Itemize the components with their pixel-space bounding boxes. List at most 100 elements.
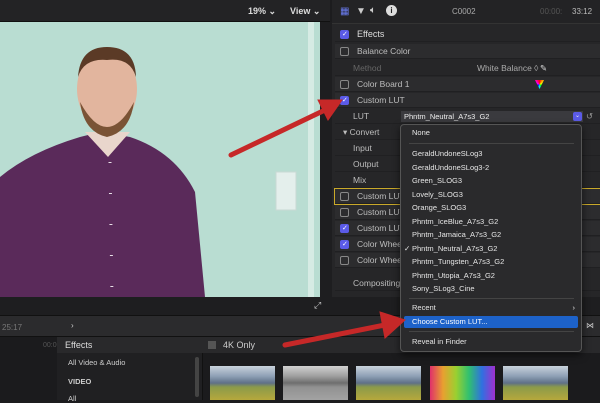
- row-label: Custom LUT: [357, 191, 405, 201]
- timeline-timecode: 25:17: [2, 323, 23, 332]
- menu-item-lut[interactable]: Orange_SLOG3: [401, 202, 581, 214]
- clip-name: C0002: [452, 7, 476, 16]
- lut-dropdown[interactable]: Phntm_Neutral_A7s3_G2 ⌄: [401, 111, 583, 122]
- audio-inspector-icon[interactable]: 🔈︎: [370, 5, 376, 16]
- checkbox[interactable]: [340, 208, 349, 217]
- chevron-right-icon: ›: [572, 303, 576, 312]
- video-inspector-icon[interactable]: ▦: [340, 6, 349, 17]
- menu-item-lut[interactable]: Sony_SLog3_Cine: [401, 283, 581, 295]
- effect-balance-color[interactable]: Balance Color: [335, 44, 600, 59]
- inspector-header: ▦ ▼ 🔈︎ i C0002 00:00: 33:12: [332, 0, 600, 24]
- menu-item-reveal-in-finder[interactable]: Reveal in Finder: [401, 336, 581, 348]
- 4k-only-checkbox[interactable]: [208, 341, 216, 349]
- row-label: LUT: [353, 111, 370, 121]
- lut-value: Phntm_Neutral_A7s3_G2: [404, 112, 490, 121]
- menu-item-lut[interactable]: Phntm_Utopia_A7s3_G2: [401, 270, 581, 282]
- clip-appearance-icon[interactable]: ⋈: [586, 321, 594, 330]
- lut-dropdown-menu: None GeraldUndoneSLog3 GeraldUndoneSLog3-…: [400, 124, 582, 352]
- menu-item-label: Phntm_Tungsten_A7s3_G2: [412, 257, 505, 266]
- effects-checkbox[interactable]: [340, 27, 349, 42]
- menu-item-label: GeraldUndoneSLog3-2: [412, 162, 490, 172]
- scrollbar[interactable]: [195, 357, 199, 397]
- timecode-prefix: 00:00:: [540, 7, 563, 16]
- color-inspector-icon[interactable]: ▼: [356, 6, 366, 17]
- menu-item-label: Phntm_Jamaica_A7s3_G2: [412, 230, 502, 239]
- row-label: Method: [353, 63, 382, 73]
- view-label: View: [290, 6, 311, 16]
- menu-item-lut[interactable]: Phntm_Tungsten_A7s3_G2: [401, 256, 581, 268]
- row-label: Input: [353, 143, 372, 153]
- menu-item-lut[interactable]: GeraldUndoneSLog3-2: [401, 162, 581, 174]
- category-all-video-audio[interactable]: All Video & Audio: [68, 358, 125, 367]
- checkbox[interactable]: [340, 192, 349, 201]
- effect-thumbnail[interactable]: [283, 366, 348, 400]
- category-all[interactable]: All: [68, 394, 76, 403]
- menu-item-none[interactable]: None: [401, 127, 581, 139]
- menu-separator: [409, 298, 574, 299]
- row-label: Output: [353, 159, 379, 169]
- zoom-dropdown[interactable]: 19% ⌄: [248, 6, 276, 17]
- lut-row: LUT Phntm_Neutral_A7s3_G2 ⌄ ↺: [335, 109, 600, 124]
- checkbox[interactable]: [340, 93, 349, 108]
- menu-item-label: Sony_SLog3_Cine: [412, 284, 475, 293]
- view-dropdown[interactable]: View ⌄: [290, 6, 320, 17]
- menu-item-label: Phntm_IceBlue_A7s3_G2: [412, 216, 499, 226]
- row-label: Custom LUT: [357, 223, 405, 233]
- chevron-right-icon[interactable]: ›: [71, 321, 74, 330]
- menu-separator: [409, 143, 574, 144]
- row-label: Color Board 1: [357, 79, 410, 89]
- timecode: 33:12: [572, 7, 593, 16]
- menu-item-lut[interactable]: Phntm_Jamaica_A7s3_G2: [401, 229, 581, 241]
- menu-item-lut[interactable]: ✓ Phntm_Neutral_A7s3_G2: [401, 243, 581, 255]
- checkbox[interactable]: [340, 47, 349, 56]
- checkbox[interactable]: [340, 80, 349, 89]
- menu-item-lut[interactable]: Phntm_IceBlue_A7s3_G2: [401, 216, 581, 228]
- reset-icon[interactable]: ↺: [586, 109, 593, 124]
- menu-item-label: Lovely_SLOG3: [412, 189, 463, 199]
- menu-item-label: GeraldUndoneSLog3: [412, 149, 483, 158]
- row-label: Custom LUT: [357, 207, 405, 217]
- menu-item-lut[interactable]: Green_SLOG3: [401, 175, 581, 187]
- checkbox[interactable]: [340, 256, 349, 265]
- row-label: Convert: [349, 127, 380, 137]
- eyedropper-icon[interactable]: ✎: [540, 61, 547, 76]
- menu-separator: [409, 331, 574, 332]
- effect-thumbnail[interactable]: [210, 366, 275, 400]
- menu-item-label: Orange_SLOG3: [412, 203, 467, 212]
- effect-thumbnail[interactable]: [356, 366, 421, 400]
- color-board-icon[interactable]: [535, 80, 544, 89]
- recent-label: Recent: [412, 303, 436, 312]
- effect-thumbnail[interactable]: [430, 366, 495, 400]
- menu-item-choose-custom-lut[interactable]: Choose Custom LUT...: [404, 316, 578, 328]
- effect-thumbnail[interactable]: [503, 366, 568, 400]
- row-label: Mix: [353, 175, 367, 185]
- viewer-edge: [320, 22, 332, 297]
- video-viewer: [0, 22, 320, 297]
- info-icon[interactable]: i: [386, 5, 397, 16]
- menu-item-lut[interactable]: GeraldUndoneSLog3: [401, 148, 581, 160]
- viewer-toolbar: 19% ⌄ View ⌄: [0, 0, 330, 22]
- fullscreen-icon[interactable]: ⤢: [314, 300, 321, 311]
- menu-item-recent[interactable]: Recent ›: [401, 302, 581, 314]
- method-value[interactable]: White Balance ◊: [477, 61, 538, 76]
- menu-item-lut[interactable]: Lovely_SLOG3: [401, 189, 581, 201]
- effects-label: Effects: [357, 29, 385, 39]
- menu-item-label: Phntm_Neutral_A7s3_G2: [412, 243, 498, 253]
- checkbox[interactable]: [340, 221, 349, 236]
- row-label: Compositing: [353, 278, 401, 288]
- checkbox[interactable]: [340, 237, 349, 252]
- effects-section[interactable]: Effects: [335, 27, 600, 42]
- checkmark-icon: ✓: [404, 243, 411, 253]
- zoom-value: 19%: [248, 6, 267, 16]
- row-label: Balance Color: [357, 46, 411, 56]
- video-frame: [0, 22, 320, 297]
- category-video-header: VIDEO: [68, 377, 92, 386]
- menu-item-label: Green_SLOG3: [412, 176, 463, 185]
- effect-color-board[interactable]: Color Board 1: [335, 77, 600, 92]
- chevron-updown-icon: ⌄: [573, 112, 582, 121]
- effects-sidebar: Effects All Video & Audio VIDEO All: [57, 337, 203, 403]
- timeline-ruler: 00:0: [43, 342, 57, 349]
- menu-item-label: Phntm_Utopia_A7s3_G2: [412, 270, 495, 280]
- row-label: Custom LUT: [357, 95, 405, 105]
- effect-custom-lut[interactable]: Custom LUT: [335, 93, 600, 108]
